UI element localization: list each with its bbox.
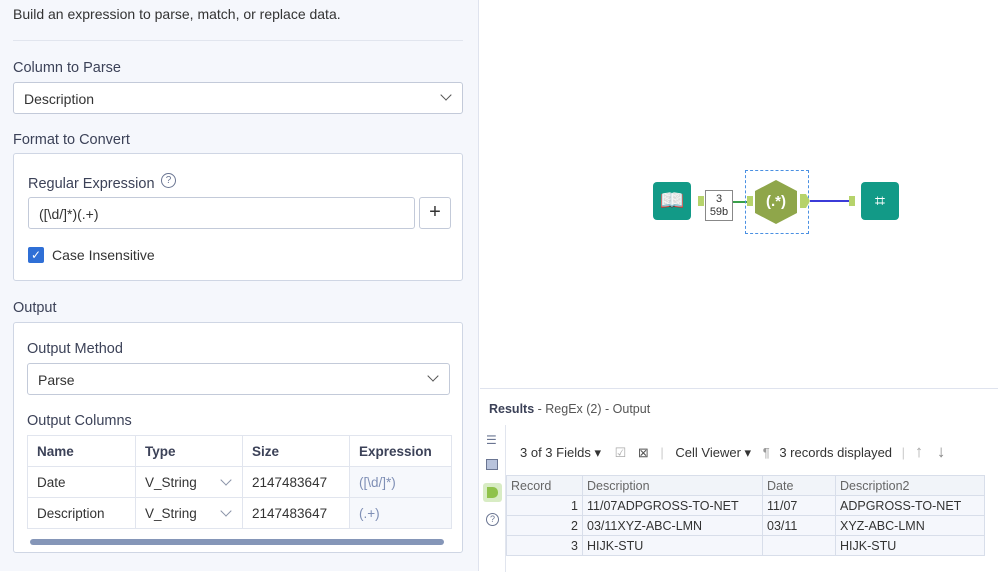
record-cell: 3 — [506, 535, 583, 556]
column-to-parse-label: Column to Parse — [13, 60, 121, 76]
cell-viewer-dropdown[interactable]: Cell Viewer ▾ — [675, 445, 751, 460]
cell-viewer-label: Cell Viewer — [675, 445, 741, 460]
workflow-canvas[interactable]: 📖 3 59b (.*) ⌗ — [480, 0, 998, 388]
results-title: Results - RegEx (2) - Output — [489, 402, 650, 416]
cell — [762, 535, 836, 556]
type-select[interactable]: V_String — [135, 466, 243, 498]
record-cell: 2 — [506, 515, 583, 536]
results-table: Record Description Date Description2 1 11/07… — [506, 475, 985, 556]
pilcrow-icon[interactable]: ¶ — [763, 445, 770, 460]
cell: 11/07ADPGROSS-TO-NET — [582, 495, 763, 516]
name-cell[interactable]: Date — [27, 466, 136, 498]
regex-value: ([\d/]*)(.+) — [39, 206, 99, 222]
col-header: Name — [27, 435, 136, 467]
results-subtitle: - RegEx (2) - Output — [534, 402, 651, 416]
divider — [13, 40, 463, 41]
cell: XYZ-ABC-LMN — [835, 515, 985, 536]
results-toolbar: 3 of 3 Fields ▾ ☑ ⊠ | Cell Viewer ▾ ¶ 3 … — [520, 442, 946, 461]
col-header[interactable]: Description2 — [835, 475, 985, 496]
add-expression-button[interactable]: + — [419, 197, 451, 229]
type-value: V_String — [145, 474, 197, 490]
list-icon[interactable]: ☰ — [486, 433, 497, 447]
output-method-label: Output Method — [27, 341, 123, 357]
results-side-toolbar: ☰ ? — [480, 425, 506, 572]
metadata-icon[interactable] — [486, 459, 498, 470]
connector-anchor — [698, 196, 704, 206]
connector-anchor — [849, 196, 855, 206]
chevron-down-icon — [440, 89, 452, 101]
arrow-down-icon[interactable]: ↓ — [937, 442, 946, 461]
case-insensitive-checkbox[interactable]: ✓ — [28, 247, 44, 263]
fields-dropdown[interactable]: 3 of 3 Fields ▾ — [520, 445, 601, 460]
output-columns-label: Output Columns — [27, 413, 132, 429]
output-method-select[interactable]: Parse — [27, 363, 450, 395]
col-header: Expression — [349, 435, 452, 467]
chevron-down-icon — [427, 370, 439, 382]
chevron-down-icon — [220, 474, 232, 486]
output-columns-table: Name Type Size Expression Date V_String 21474… — [27, 435, 452, 529]
browse-tool-binoculars-icon[interactable]: ⌗ — [861, 182, 899, 220]
cell: ADPGROSS-TO-NET — [835, 495, 985, 516]
cell: 03/11XYZ-ABC-LMN — [582, 515, 763, 536]
help-icon[interactable]: ? — [486, 513, 499, 526]
col-header[interactable]: Description — [582, 475, 763, 496]
uncheck-icon[interactable]: ⊠ — [638, 445, 649, 460]
input-data-tool-icon[interactable]: 📖 — [653, 182, 691, 220]
col-header[interactable]: Date — [762, 475, 836, 496]
table-row[interactable]: 3 HIJK-STU HIJK-STU — [506, 535, 985, 556]
connection-line — [810, 200, 850, 202]
horizontal-scrollbar[interactable] — [30, 539, 444, 545]
table-row: Description V_String 2147483647 (.+) — [27, 497, 452, 529]
size-cell[interactable]: 2147483647 — [242, 497, 350, 529]
format-box: Regular Expression ? ([\d/]*)(.+) + ✓ Ca… — [13, 153, 463, 281]
output-label: Output — [13, 300, 57, 316]
help-icon[interactable]: ? — [161, 173, 176, 188]
size-cell[interactable]: 2147483647 — [242, 466, 350, 498]
regex-input[interactable]: ([\d/]*)(.+) — [28, 197, 415, 229]
table-row: Date V_String 2147483647 ([\d/]*) — [27, 466, 452, 498]
type-select[interactable]: V_String — [135, 497, 243, 529]
table-row[interactable]: 2 03/11XYZ-ABC-LMN 03/11 XYZ-ABC-LMN — [506, 515, 985, 536]
check-all-icon[interactable]: ☑ — [615, 445, 627, 460]
connector-anchor — [747, 196, 753, 206]
config-panel: Build an expression to parse, match, or … — [0, 0, 479, 571]
format-label: Format to Convert — [13, 132, 130, 148]
output-method-value: Parse — [38, 372, 75, 388]
badge-size: 59b — [709, 206, 729, 218]
record-cell: 1 — [506, 495, 583, 516]
output-anchor-tab[interactable] — [483, 483, 502, 502]
col-header: Type — [135, 435, 243, 467]
record-count-badge: 3 59b — [705, 190, 733, 221]
cell: HIJK-STU — [835, 535, 985, 556]
cell: HIJK-STU — [582, 535, 763, 556]
badge-count: 3 — [715, 193, 723, 205]
type-value: V_String — [145, 505, 197, 521]
fields-label: 3 of 3 Fields — [520, 445, 591, 460]
table-row[interactable]: 1 11/07ADPGROSS-TO-NET 11/07 ADPGROSS-TO-NE… — [506, 495, 985, 516]
expression-cell: (.+) — [349, 497, 452, 529]
arrow-up-icon[interactable]: ↑ — [915, 442, 924, 461]
column-to-parse-value: Description — [24, 91, 95, 107]
cell: 03/11 — [762, 515, 836, 536]
col-header: Size — [242, 435, 350, 467]
case-insensitive-label: Case Insensitive — [52, 247, 155, 263]
cell: 11/07 — [762, 495, 836, 516]
col-header[interactable]: Record — [506, 475, 583, 496]
regex-label: Regular Expression — [28, 176, 155, 192]
panel-description: Build an expression to parse, match, or … — [13, 6, 341, 22]
results-label: Results — [489, 402, 535, 416]
results-panel: Results - RegEx (2) - Output ☰ ? 3 of 3 … — [480, 388, 998, 572]
records-count: 3 records displayed — [779, 445, 893, 460]
expression-cell: ([\d/]*) — [349, 466, 452, 498]
column-to-parse-select[interactable]: Description — [13, 82, 463, 114]
chevron-down-icon — [220, 505, 232, 517]
name-cell[interactable]: Description — [27, 497, 136, 529]
